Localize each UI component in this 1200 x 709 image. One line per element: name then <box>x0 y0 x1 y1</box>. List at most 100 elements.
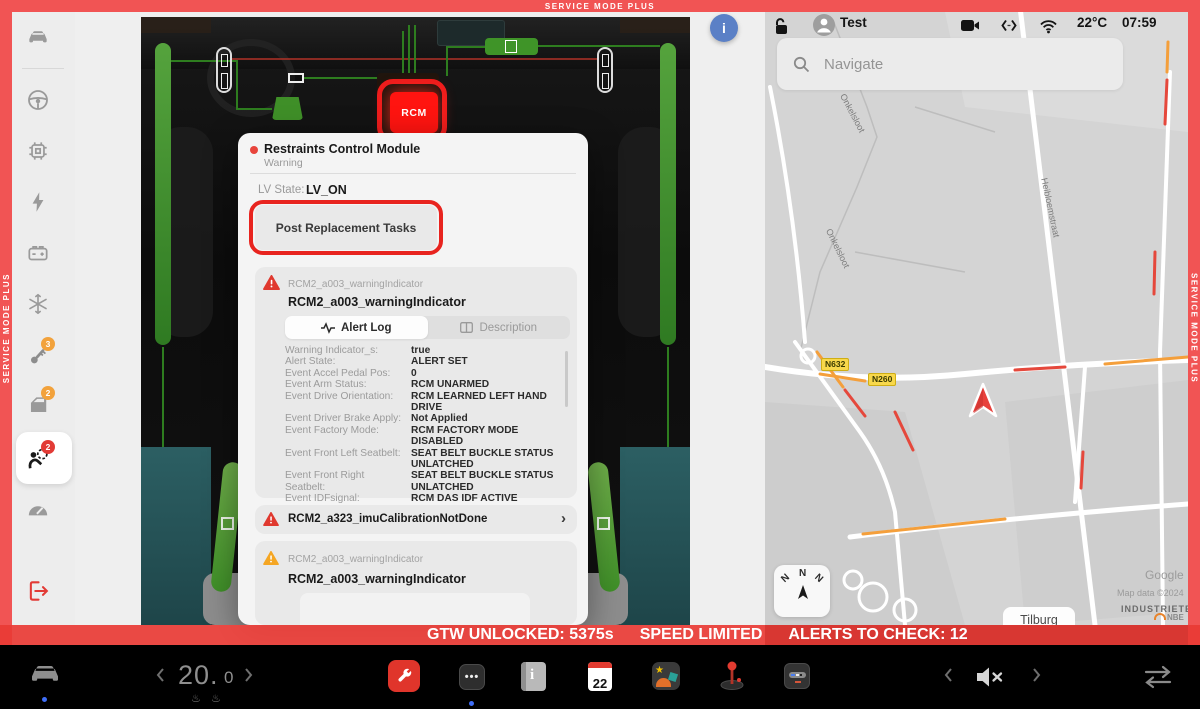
sidebar-item-battery[interactable] <box>25 240 51 266</box>
temp-up-button[interactable] <box>244 667 253 688</box>
restraints-badge: 2 <box>41 440 55 454</box>
search-input[interactable] <box>822 55 1107 74</box>
car-status-button[interactable] <box>28 661 62 692</box>
panel-status: Warning <box>264 157 303 169</box>
sidebar-item-exit-service[interactable] <box>25 578 51 604</box>
compass-needle <box>796 585 810 601</box>
service-app-icon[interactable] <box>388 660 420 692</box>
sidebar-item-steering[interactable] <box>25 87 51 113</box>
sidebar-item-closures[interactable]: 2 <box>25 392 51 418</box>
restraints-panel: Restraints Control Module Warning LV Sta… <box>238 133 588 625</box>
right-sill-harness <box>660 43 676 345</box>
steering-sensor <box>288 73 304 83</box>
right-pillar-component <box>597 47 613 93</box>
lv-state-value: LV_ON <box>306 183 347 197</box>
clock: 07:59 <box>1122 15 1157 30</box>
alerts-to-check-status: ALERTS TO CHECK: 12 <box>788 626 967 644</box>
tab-description[interactable]: Description <box>428 316 571 339</box>
arcade-app-icon[interactable] <box>718 660 746 690</box>
speed-limited-status: SPEED LIMITED <box>640 626 763 644</box>
info-button[interactable]: i <box>710 14 738 42</box>
dashcam-app-icon[interactable] <box>784 663 810 689</box>
sidebar-item-modules[interactable] <box>25 138 51 164</box>
navigate-search-box[interactable] <box>777 38 1123 90</box>
chevron-right-icon: › <box>561 510 566 527</box>
cut-off-tab-bar <box>300 593 530 625</box>
profile-name[interactable]: Test <box>840 15 867 30</box>
avatar[interactable] <box>813 14 835 41</box>
calendar-day: 22 <box>593 676 607 691</box>
alert-code: RCM2_a003_warningIndicator <box>288 554 423 565</box>
scrollbar[interactable] <box>565 351 568 407</box>
sidebar-item-vehicle[interactable] <box>25 25 51 51</box>
joystick-icon <box>718 660 746 690</box>
rcm-module-button[interactable]: RCM <box>390 92 438 133</box>
prev-track-button[interactable] <box>944 667 953 688</box>
screen: 3 2 2 <box>0 0 1200 709</box>
sidebar-item-hvac[interactable] <box>25 291 51 317</box>
alert-log-table: Warning Indicator_s:true Alert State:ALE… <box>285 345 565 516</box>
search-icon <box>793 56 810 73</box>
dash-white <box>796 674 799 676</box>
manual-app-icon[interactable]: i <box>521 662 546 691</box>
sidebar-item-tools[interactable]: 3 <box>25 343 51 369</box>
cabin-temperature-decimal: 0 <box>224 668 233 688</box>
camera-icon[interactable] <box>961 18 980 33</box>
swap-panels-button[interactable] <box>1143 665 1173 694</box>
post-replacement-tasks-button[interactable]: Post Replacement Tasks <box>255 205 437 250</box>
warning-triangle-orange-icon <box>263 551 279 565</box>
notification-dot <box>42 697 47 702</box>
compass-widget[interactable]: N N N <box>774 565 830 617</box>
warning-triangle-red-icon <box>263 512 279 526</box>
alert-tabs: Alert Log Description <box>285 316 570 339</box>
gtw-unlocked-status: GTW UNLOCKED: 5375s <box>427 626 614 644</box>
map-copyright: Map data ©2024 <box>1117 588 1184 598</box>
calendar-app-icon[interactable]: 22 <box>588 662 612 691</box>
temp-down-button[interactable] <box>156 667 165 688</box>
navigation-map[interactable]: Test 22°C 07:59 Onkelsloot Onkelsloot He… <box>765 12 1188 625</box>
warning-dot <box>250 146 258 154</box>
closures-badge: 2 <box>41 386 55 400</box>
taskbar: 20. 0 ♨ ♨ ••• i 22 ★ <box>0 645 1200 709</box>
mute-icon <box>977 666 1005 688</box>
service-mode-right-strip: SERVICE MODE PLUS <box>1188 12 1200 645</box>
tab-alert-log[interactable]: Alert Log <box>285 316 428 339</box>
sidebar-item-high-voltage[interactable] <box>25 189 51 215</box>
sidebar-item-dashboard[interactable] <box>25 497 51 523</box>
seat-heater-right-icon[interactable]: ♨ <box>211 692 221 705</box>
overhead-module <box>485 38 538 55</box>
alert-code: RCM2_a003_warningIndicator <box>288 279 423 290</box>
toybox-app-icon[interactable]: ★ <box>652 662 680 690</box>
alert-card-3[interactable]: RCM2_a003_warningIndicator RCM2_a003_war… <box>255 541 577 625</box>
steering-wheel-icon <box>25 87 51 113</box>
swap-arrows-icon <box>1143 665 1173 689</box>
outside-temperature: 22°C <box>1077 15 1107 30</box>
city-label: Tilburg <box>1003 607 1075 625</box>
dash-dark <box>800 674 802 676</box>
cabin-temperature[interactable]: 20. <box>178 660 219 691</box>
route-badge-n260: N260 <box>868 373 896 386</box>
lightning-icon <box>25 189 51 215</box>
panel-divider <box>250 173 576 174</box>
left-pillar-component <box>216 47 232 93</box>
panel-title: Restraints Control Module <box>264 142 420 156</box>
dash-blue <box>791 674 795 676</box>
tools-badge: 3 <box>41 337 55 351</box>
service-mode-top-bar: SERVICE MODE PLUS <box>0 0 1200 12</box>
app-drawer-button[interactable]: ••• <box>459 664 485 690</box>
notification-dot <box>469 701 474 706</box>
unlocked-icon <box>773 17 790 35</box>
alert-card-2[interactable]: RCM2_a323_imuCalibrationNotDone › <box>255 505 577 534</box>
gauge-icon <box>25 497 51 523</box>
sidebar-item-restraints[interactable]: 2 <box>25 446 51 472</box>
seat-heater-left-icon[interactable]: ♨ <box>191 692 201 705</box>
next-track-button[interactable] <box>1032 667 1041 688</box>
volume-muted-button[interactable] <box>977 666 1005 693</box>
left-rear-sensor <box>221 517 234 530</box>
route-badge-n632: N632 <box>821 358 849 371</box>
chip-icon <box>25 138 51 164</box>
vehicle-location-arrow <box>967 382 999 425</box>
spiral-edge <box>521 662 526 691</box>
resize-arrows-icon[interactable] <box>1001 18 1017 33</box>
manual-i: i <box>530 667 534 684</box>
